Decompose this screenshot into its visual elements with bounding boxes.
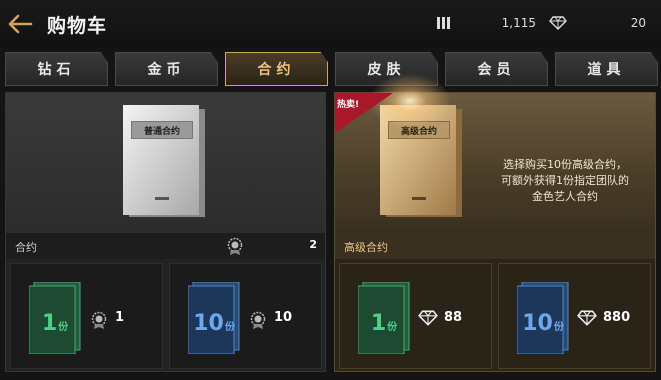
normal-contract-card: 普通合约 [123,105,206,219]
price-value: 1 [115,310,125,325]
hot-label: 热卖! [337,100,360,110]
medal-icon [91,311,107,329]
top-bar: 购物车 1,115 20 [0,0,661,48]
tab-diamond[interactable]: 钻石 [5,52,108,86]
contract-stack-icon [437,17,450,29]
pack-quantity: 10 [193,311,224,336]
back-arrow-icon[interactable] [6,10,34,38]
pack-unit: 份 [387,322,398,333]
diamond-balance: 20 [630,16,646,30]
buy-premium-1-button[interactable]: 1份 88 [339,263,492,369]
pack-quantity: 10 [522,311,553,336]
pack-quantity: 1 [370,311,387,336]
green-pack: 1份 [358,282,410,354]
normal-contract-label: 普通合约 [131,121,193,139]
blue-pack: 10份 [517,282,569,354]
description-line-3: 金色艺人合约 [532,190,598,203]
pack-unit: 份 [553,322,564,333]
tab-contract[interactable]: 合约 [225,52,328,86]
normal-contract-panel: 普通合约 合约 2 1份 1 10份 10 [5,92,326,372]
buy-normal-1-button[interactable]: 1份 1 [10,263,163,369]
premium-contract-name: 高级合约 [344,241,388,254]
buy-normal-10-button[interactable]: 10份 10 [169,263,322,369]
normal-contract-name: 合约 [15,241,37,254]
category-tabs: 钻石 金币 合约 皮肤 会员 道具 [5,52,658,86]
tab-items[interactable]: 道具 [555,52,658,86]
green-pack: 1份 [29,282,81,354]
normal-contract-preview: 普通合约 [6,93,325,233]
page-title: 购物车 [47,15,108,37]
normal-contract-owned: 2 [309,238,317,251]
price-value: 88 [444,310,463,325]
pack-unit: 份 [58,322,69,333]
diamond-icon [418,310,438,326]
medal-icon [227,237,243,255]
tab-membership[interactable]: 会员 [445,52,548,86]
contract-balance: 1,115 [501,16,536,30]
diamond-icon [549,16,567,30]
pack-unit: 份 [224,322,235,333]
premium-description: 选择购买10份高级合约， 可额外获得1份指定团队的 金色艺人合约 [480,157,650,205]
description-line-1: 选择购买10份高级合约， [503,158,627,171]
buy-premium-10-button[interactable]: 10份 880 [498,263,651,369]
diamond-icon [577,310,597,326]
hot-badge: 热卖! [335,93,393,133]
price-value: 10 [274,310,293,325]
medal-icon [250,311,266,329]
pack-quantity: 1 [41,311,58,336]
tab-gold[interactable]: 金币 [115,52,218,86]
normal-contract-info-row: 合约 2 [6,233,325,259]
price-value: 880 [603,310,631,325]
premium-contract-info-row: 高级合约 [335,233,655,259]
premium-contract-panel: 高级合约 热卖! 选择购买10份高级合约， 可额外获得1份指定团队的 金色艺人合… [334,71,656,372]
premium-contract-preview: 高级合约 热卖! 选择购买10份高级合约， 可额外获得1份指定团队的 金色艺人合… [335,71,655,233]
blue-pack: 10份 [188,282,240,354]
description-line-2: 可额外获得1份指定团队的 [501,174,629,187]
